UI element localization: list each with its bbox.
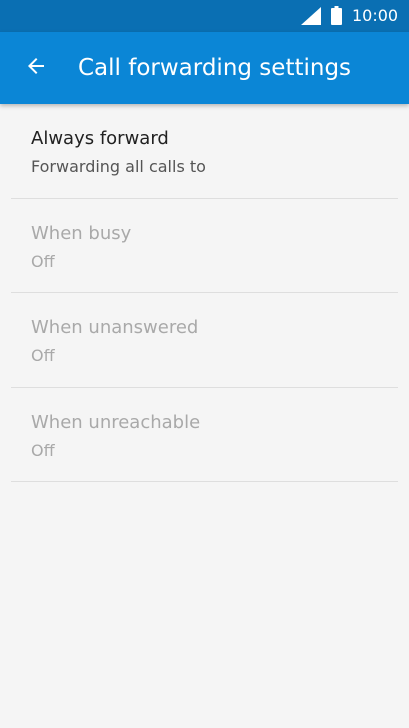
signal-icon (301, 7, 321, 25)
option-subtitle: Off (31, 346, 55, 365)
battery-icon (331, 6, 342, 25)
divider (11, 481, 398, 482)
back-button[interactable] (14, 44, 58, 88)
option-subtitle: Forwarding all calls to (31, 157, 206, 176)
option-title: When unanswered (31, 317, 199, 338)
page-title: Call forwarding settings (78, 55, 352, 81)
option-when-unanswered[interactable]: When unanswered Off (0, 293, 409, 388)
option-title: When busy (31, 222, 132, 244)
option-always-forward[interactable]: Always forward Forwarding all calls to (0, 104, 409, 199)
arrow-left-icon (28, 58, 44, 74)
option-subtitle: Off (31, 251, 55, 271)
option-title: When unreachable (31, 411, 201, 433)
option-title: Always forward (31, 128, 169, 149)
option-when-busy[interactable]: When busy Off (0, 199, 409, 293)
app-bar: Call forwarding settings (0, 32, 409, 104)
status-time: 10:00 (352, 6, 399, 25)
status-bar: 10:00 (0, 0, 409, 32)
option-subtitle: Off (31, 440, 55, 460)
option-when-unreachable[interactable]: When unreachable Off (0, 388, 409, 482)
forwarding-options-list: Always forward Forwarding all calls to W… (0, 104, 409, 482)
